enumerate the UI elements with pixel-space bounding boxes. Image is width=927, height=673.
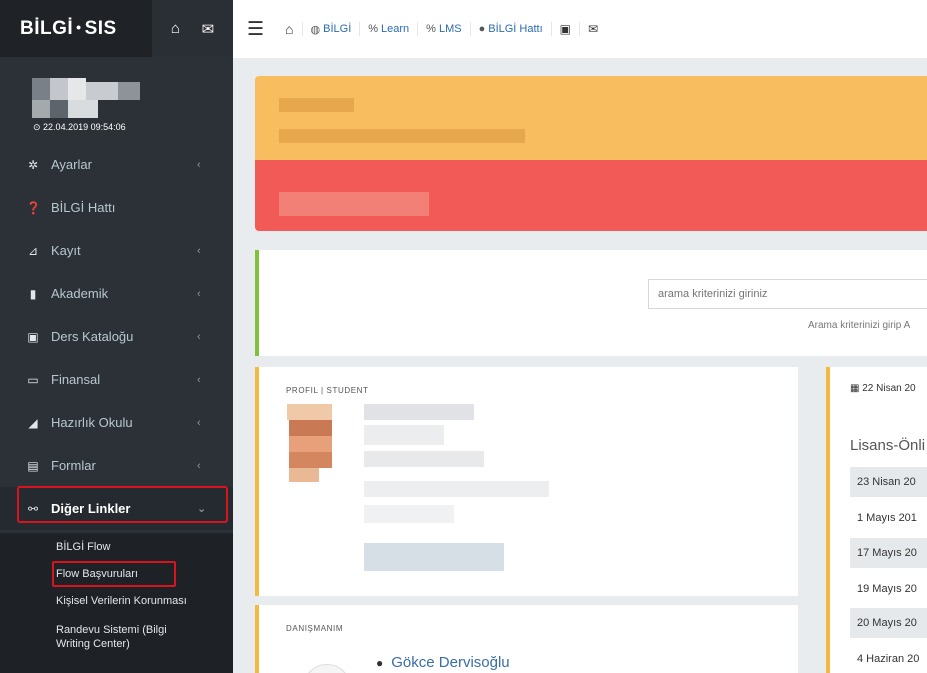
chevron-left-icon: ‹	[197, 158, 201, 171]
gear-icon: ✲	[27, 157, 39, 172]
submenu: BİLGİ Flow Flow Başvuruları Kişisel Veri…	[0, 533, 233, 673]
sidebar-item-bilgi-hatti[interactable]: ❓ BİLGİ Hattı	[0, 186, 233, 229]
profile-label: PROFIL | STUDENT	[286, 386, 369, 395]
advisor-card: DANIŞMANIM ● Gökce Dervisoğlu	[255, 605, 798, 673]
search-hint: Arama kriterinizi girip A	[808, 320, 911, 331]
blurred-text	[364, 404, 474, 420]
highlight-box	[52, 561, 176, 587]
announcement-banner-red	[255, 160, 927, 231]
home-icon[interactable]: ⌂	[171, 20, 180, 37]
money-icon: ▭	[27, 372, 39, 387]
brand-bar: BİLGİ • SIS ⌂ ✉	[0, 0, 233, 57]
blurred-text	[279, 98, 354, 112]
submenu-item-bilgi-flow[interactable]: BİLGİ Flow	[0, 540, 110, 554]
sidebar-item-kayit[interactable]: ⊿ Kayıt ‹	[0, 229, 233, 272]
blurred-text	[364, 451, 484, 467]
calendar-row: 1 Mayıs 201	[857, 512, 917, 524]
calendar-card: ▦ 22 Nisan 20 Lisans-Önli 23 Nisan 20 1 …	[826, 367, 927, 673]
calendar-date: ▦ 22 Nisan 20	[850, 383, 916, 394]
book-icon: ▮	[29, 286, 37, 301]
sidebar-item-ayarlar[interactable]: ✲ Ayarlar ‹	[0, 143, 233, 186]
sidebar-item-akademik[interactable]: ▮ Akademik ‹	[0, 272, 233, 315]
blurred-text	[364, 505, 454, 523]
calendar-row: 4 Haziran 20	[857, 653, 920, 665]
advisor-label: DANIŞMANIM	[286, 624, 344, 633]
avatar	[32, 78, 140, 122]
menu-toggle-icon[interactable]: ☰	[247, 18, 264, 41]
sidebar: BİLGİ • SIS ⌂ ✉ ⊙ 22.04.2019 09:54:06 ✲ Aya…	[0, 0, 233, 673]
search-card: Arama kriterinizi girip A	[255, 250, 927, 356]
calendar-row: 17 Mayıs 20	[850, 538, 927, 568]
blurred-text	[364, 543, 504, 571]
nav-link-learn[interactable]: % Learn	[359, 22, 417, 36]
catalog-icon: ▣	[27, 329, 39, 344]
chevron-left-icon: ‹	[197, 373, 201, 386]
blurred-text	[364, 425, 444, 445]
calendar-title: Lisans-Önli	[850, 437, 926, 454]
sidebar-item-hazirlik-okulu[interactable]: ◢ Hazırlık Okulu ‹	[0, 401, 233, 444]
sidebar-item-ders-katalogu[interactable]: ▣ Ders Kataloğu ‹	[0, 315, 233, 358]
search-input[interactable]	[648, 279, 927, 309]
brand-icons: ⌂ ✉	[152, 0, 233, 57]
blurred-text	[279, 192, 429, 216]
top-navbar: ☰ ⌂ ◍ BİLGİ % Learn % LMS ● BİLGİ Hattı ▣ ✉	[233, 0, 927, 58]
question-circle-icon: ●	[478, 23, 486, 35]
form-icon: ▤	[27, 458, 39, 473]
announcement-banner-yellow	[255, 76, 927, 164]
home-icon[interactable]: ⌂	[285, 21, 301, 37]
chevron-left-icon: ‹	[197, 416, 201, 429]
globe-icon: ◍	[310, 23, 321, 36]
sidebar-item-finansal[interactable]: ▭ Finansal ‹	[0, 358, 233, 401]
chevron-left-icon: ‹	[197, 459, 201, 472]
sidebar-item-formlar[interactable]: ▤ Formlar ‹	[0, 444, 233, 487]
avatar	[303, 664, 351, 673]
mail-icon[interactable]: ✉	[579, 22, 606, 36]
user-login-time: ⊙ 22.04.2019 09:54:06	[33, 122, 126, 132]
chevron-left-icon: ‹	[197, 287, 201, 300]
user-icon: ●	[376, 655, 384, 670]
blurred-text	[279, 129, 525, 143]
calendar-row: 19 Mayıs 20	[857, 583, 917, 595]
chevron-left-icon: ‹	[197, 244, 201, 257]
submenu-item-kvkk[interactable]: Kişisel Verilerin Korunması	[0, 594, 187, 608]
nav-link-bilgi[interactable]: ◍ BİLGİ	[301, 22, 360, 36]
mail-icon[interactable]: ✉	[202, 20, 215, 38]
highlight-box	[17, 486, 228, 523]
nav-link-bilgi-hatti[interactable]: ● BİLGİ Hattı	[469, 22, 551, 36]
profile-card: PROFIL | STUDENT	[255, 367, 798, 596]
school-icon: ◢	[28, 415, 38, 430]
submenu-item-randevu[interactable]: Randevu Sistemi (Bilgi Writing Center)	[0, 623, 200, 651]
advisor-name[interactable]: ● Gökce Dervisoğlu	[376, 654, 510, 671]
question-circle-icon: ❓	[26, 200, 41, 215]
calendar-row: 23 Nisan 20	[850, 467, 927, 497]
calendar-row: 20 Mayıs 20	[850, 608, 927, 638]
bus-icon[interactable]: ▣	[550, 22, 579, 36]
calendar-icon: ▦	[850, 383, 860, 394]
link-icon: %	[368, 23, 379, 35]
link-icon: %	[426, 23, 436, 35]
blurred-text	[364, 481, 549, 497]
brand-logo[interactable]: BİLGİ • SIS	[20, 18, 117, 40]
chevron-left-icon: ‹	[197, 330, 201, 343]
chart-icon: ⊿	[27, 243, 39, 258]
nav-link-lms[interactable]: % LMS	[417, 22, 469, 36]
sidebar-menu: ✲ Ayarlar ‹ ❓ BİLGİ Hattı ⊿ Kayıt ‹ ▮ Akademik…	[0, 143, 233, 530]
